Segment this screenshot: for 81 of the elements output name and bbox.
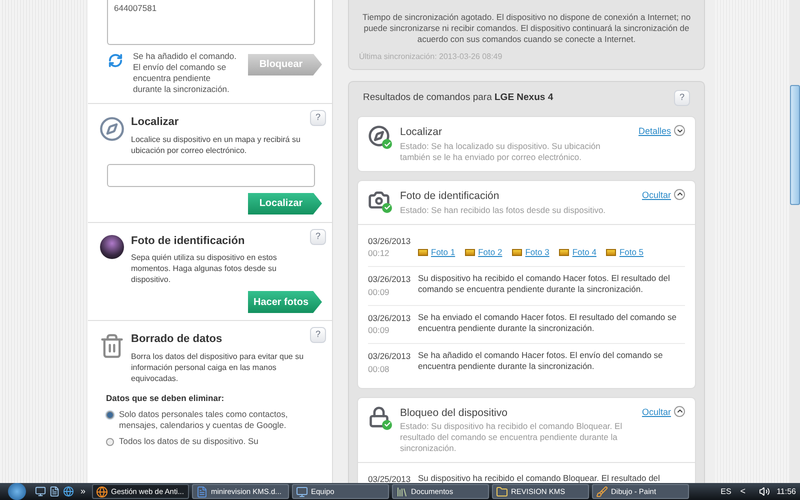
section-title: Localizar (131, 115, 180, 130)
photo-link[interactable]: Foto 1 (431, 246, 456, 259)
entry-date: 03/26/2013 (368, 312, 410, 324)
help-button[interactable]: ? (310, 228, 326, 244)
command-status-text: Se ha añadido el comando. El envío del comando se encuentra pendiente durante la sincronización. (133, 51, 238, 95)
photo-link[interactable]: Foto 3 (525, 246, 550, 259)
radio-button[interactable] (106, 411, 114, 420)
section-description: Borra los datos del dispositivo para evitar que su información personal caiga en las manos equivocadas. (131, 350, 305, 384)
radio-label: Todos los datos de su dispositivo. Su (119, 436, 260, 448)
lock-check-icon (368, 406, 392, 430)
chevron-down-icon[interactable] (674, 125, 685, 136)
radio-label: Solo datos personales tales como contactos, mensajes, calendarios y cuentas de Google. (119, 409, 289, 432)
image-icon (465, 249, 476, 256)
chevron-up-icon[interactable] (674, 188, 685, 200)
entry-date: 03/26/2013 (368, 350, 410, 363)
desktop-icon[interactable] (35, 486, 46, 497)
browser-icon (96, 486, 108, 498)
photo-link[interactable]: Foto 4 (572, 246, 596, 259)
entry-text: Su dispositivo ha recibido el comando Bloquear. El resultado del (418, 473, 660, 483)
location-input-field[interactable] (107, 164, 315, 186)
toggle-link[interactable]: Ocultar (642, 406, 671, 419)
action-button[interactable]: Hacer fotos (248, 291, 322, 313)
entry-time: 00:12 (368, 247, 390, 260)
entry-time: 00:09 (368, 286, 390, 298)
compass-check-icon (368, 125, 392, 149)
more-chevron[interactable]: » (77, 484, 89, 498)
toggle-link[interactable]: Ocultar (642, 188, 671, 202)
card-status: Estado: Se han recibido las fotos desde su dispositivo. (400, 204, 607, 216)
scrollbar[interactable] (790, 0, 800, 483)
image-icon (606, 249, 616, 256)
card-title: Foto de identificación (400, 188, 500, 204)
paint-brush-icon (596, 486, 608, 498)
photo-link[interactable]: Foto 2 (478, 246, 502, 259)
help-button[interactable]: ? (310, 327, 326, 343)
section-description: Localice su dispositivo en un mapa y recibirá su ubicación por correo electrónico. (131, 134, 302, 156)
message-textarea[interactable]: 644007581 (107, 0, 315, 45)
section-title: Borrado de datos (131, 332, 224, 347)
entry-text: Se ha enviado el comando Hacer fotos. El resultado del comando se encuentra pendiente durante la sincronización. (418, 312, 678, 335)
action-button[interactable]: Localizar (248, 192, 322, 214)
card-status: Estado: Su dispositivo ha recibido el comando Bloquear. El resultado del comando se encuentra pendiente durante la sincronización. (400, 421, 624, 454)
radio-button[interactable] (106, 438, 114, 446)
card-title: Localizar (400, 125, 444, 140)
entry-text: Se ha añadido el comando Hacer fotos. El envío del comando se encuentra pendiente durante la sincronización. (418, 350, 664, 373)
entry-date: 03/26/2013 (368, 234, 410, 248)
photo-link[interactable]: Foto 5 (619, 246, 644, 259)
help-button[interactable]: ? (674, 90, 690, 106)
entry-date: 03/26/2013 (368, 273, 410, 286)
image-icon (418, 249, 428, 256)
wipe-subheading: Datos que se deben eliminar: (106, 392, 226, 404)
window-icon[interactable] (49, 486, 60, 497)
clock: 11:56 (776, 486, 796, 498)
camera-lens-icon (100, 234, 124, 258)
volume-icon[interactable] (758, 486, 770, 497)
help-button[interactable]: ? (310, 110, 326, 126)
start-button[interactable] (8, 483, 26, 500)
camera-check-icon (368, 188, 392, 213)
folder-icon (496, 486, 508, 498)
toggle-link[interactable]: Detalles (638, 125, 671, 138)
section-description: Sepa quién utiliza su dispositivo en estos momentos. Haga algunas fotos desde su dispositivo. (131, 252, 278, 285)
card-title: Bloqueo del dispositivo (400, 406, 508, 420)
compass-icon (99, 116, 125, 142)
image-icon (559, 249, 570, 256)
computer-icon (296, 486, 308, 498)
chevron-up-icon[interactable] (674, 406, 685, 416)
browser-icon[interactable] (63, 486, 74, 497)
section-title: Foto de identificación (131, 234, 246, 248)
sync-arrows-icon (108, 53, 123, 68)
tray-expand[interactable]: < (740, 484, 746, 498)
document-icon (196, 486, 208, 498)
sync-timeout-message: Tiempo de sincronización agotado. El dispositivo no dispone de conexión a Internet; no puede sincronizarse ni recibir comandos. El dispositivo continuará la sincronización de acuerdo con sus comandos cuando se conecte a Internet. (361, 12, 692, 45)
entry-time: 00:09 (368, 324, 390, 337)
card-status: Estado: Se ha localizado su dispositivo. Su ubicación también se le ha enviado por correo electrónico. (400, 140, 602, 163)
entry-date: 03/25/2013 (368, 473, 410, 483)
last-sync-text: Última sincronización: 2013-03-26 08:49 (359, 51, 504, 63)
image-icon (512, 249, 522, 256)
entry-text: Su dispositivo ha recibido el comando Hacer fotos. El resultado del comando se encuentra pendiente durante la sincronización. (418, 273, 671, 296)
results-heading: Resultados de comandos para LGE Nexus 4 (363, 90, 554, 105)
trash-icon (99, 333, 125, 359)
entry-time: 00:08 (368, 362, 390, 376)
language-indicator[interactable]: ES (720, 486, 732, 498)
library-icon (396, 486, 408, 498)
